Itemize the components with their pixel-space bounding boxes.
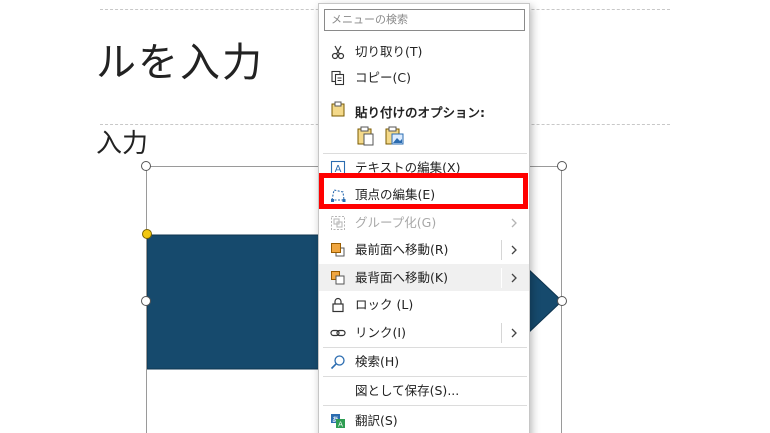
paste-keep-format-icon[interactable] [355,125,377,147]
link-icon [330,329,346,337]
lock-icon [332,297,344,313]
adjust-handle[interactable] [142,229,152,239]
menu-item-search[interactable]: 検索(H) [319,348,529,375]
paste-options-label: 貼り付けのオプション: [355,105,485,120]
resize-handle-top-left[interactable] [141,161,151,171]
menu-item-label: 翻訳(S) [355,413,398,428]
menu-item-translate[interactable]: あ A 翻訳(S) [319,407,529,433]
menu-item-group[interactable]: グループ化(G) [319,209,529,236]
group-icon [331,216,345,230]
paste-as-picture-icon[interactable] [383,125,405,147]
menu-item-label: ロック (L) [355,297,414,312]
menu-item-copy[interactable]: コピー(C) [319,64,529,91]
chevron-right-icon[interactable] [509,270,519,286]
scissors-icon [331,45,345,60]
svg-text:A: A [338,421,343,429]
chevron-right-icon[interactable] [509,325,519,341]
menu-item-lock[interactable]: ロック (L) [319,291,529,318]
menu-item-label: 図として保存(S)... [355,383,460,398]
chevron-right-icon [511,218,517,228]
menu-item-label: リンク(I) [355,325,406,340]
send-back-icon [331,271,345,285]
menu-item-cut[interactable]: 切り取り(T) [319,38,529,65]
translate-icon: あ A [331,414,345,429]
menu-item-send-to-back[interactable]: 最背面へ移動(K) [319,264,529,291]
resize-handle-middle-left[interactable] [141,296,151,306]
chevron-right-icon[interactable] [509,242,519,258]
context-menu: メニューの検索 切り取り(T) コピー(C) 貼り付けのオプション: A テキス… [318,3,530,433]
clipboard-icon [331,101,345,117]
menu-item-label: 最前面へ移動(R) [355,242,449,257]
resize-handle-top-right[interactable] [557,161,567,171]
menu-item-label: 検索(H) [355,354,400,369]
menu-item-label: コピー(C) [355,70,411,85]
menu-item-label: 最背面へ移動(K) [355,270,448,285]
submenu-divider [501,268,502,288]
menu-item-link[interactable]: リンク(I) [319,319,529,346]
resize-handle-middle-right[interactable] [557,296,567,306]
submenu-divider [501,323,502,343]
search-icon [330,355,345,370]
menu-item-save-as-picture[interactable]: 図として保存(S)... [319,377,529,404]
menu-separator [323,405,527,406]
menu-item-label: グループ化(G) [355,215,437,230]
submenu-divider [501,240,502,260]
copy-icon [331,70,345,86]
bring-front-icon [331,243,345,257]
menu-search-input[interactable]: メニューの検索 [324,9,525,31]
menu-item-label: 切り取り(T) [355,44,423,59]
menu-item-bring-to-front[interactable]: 最前面へ移動(R) [319,236,529,263]
highlight-annotation [319,173,528,209]
